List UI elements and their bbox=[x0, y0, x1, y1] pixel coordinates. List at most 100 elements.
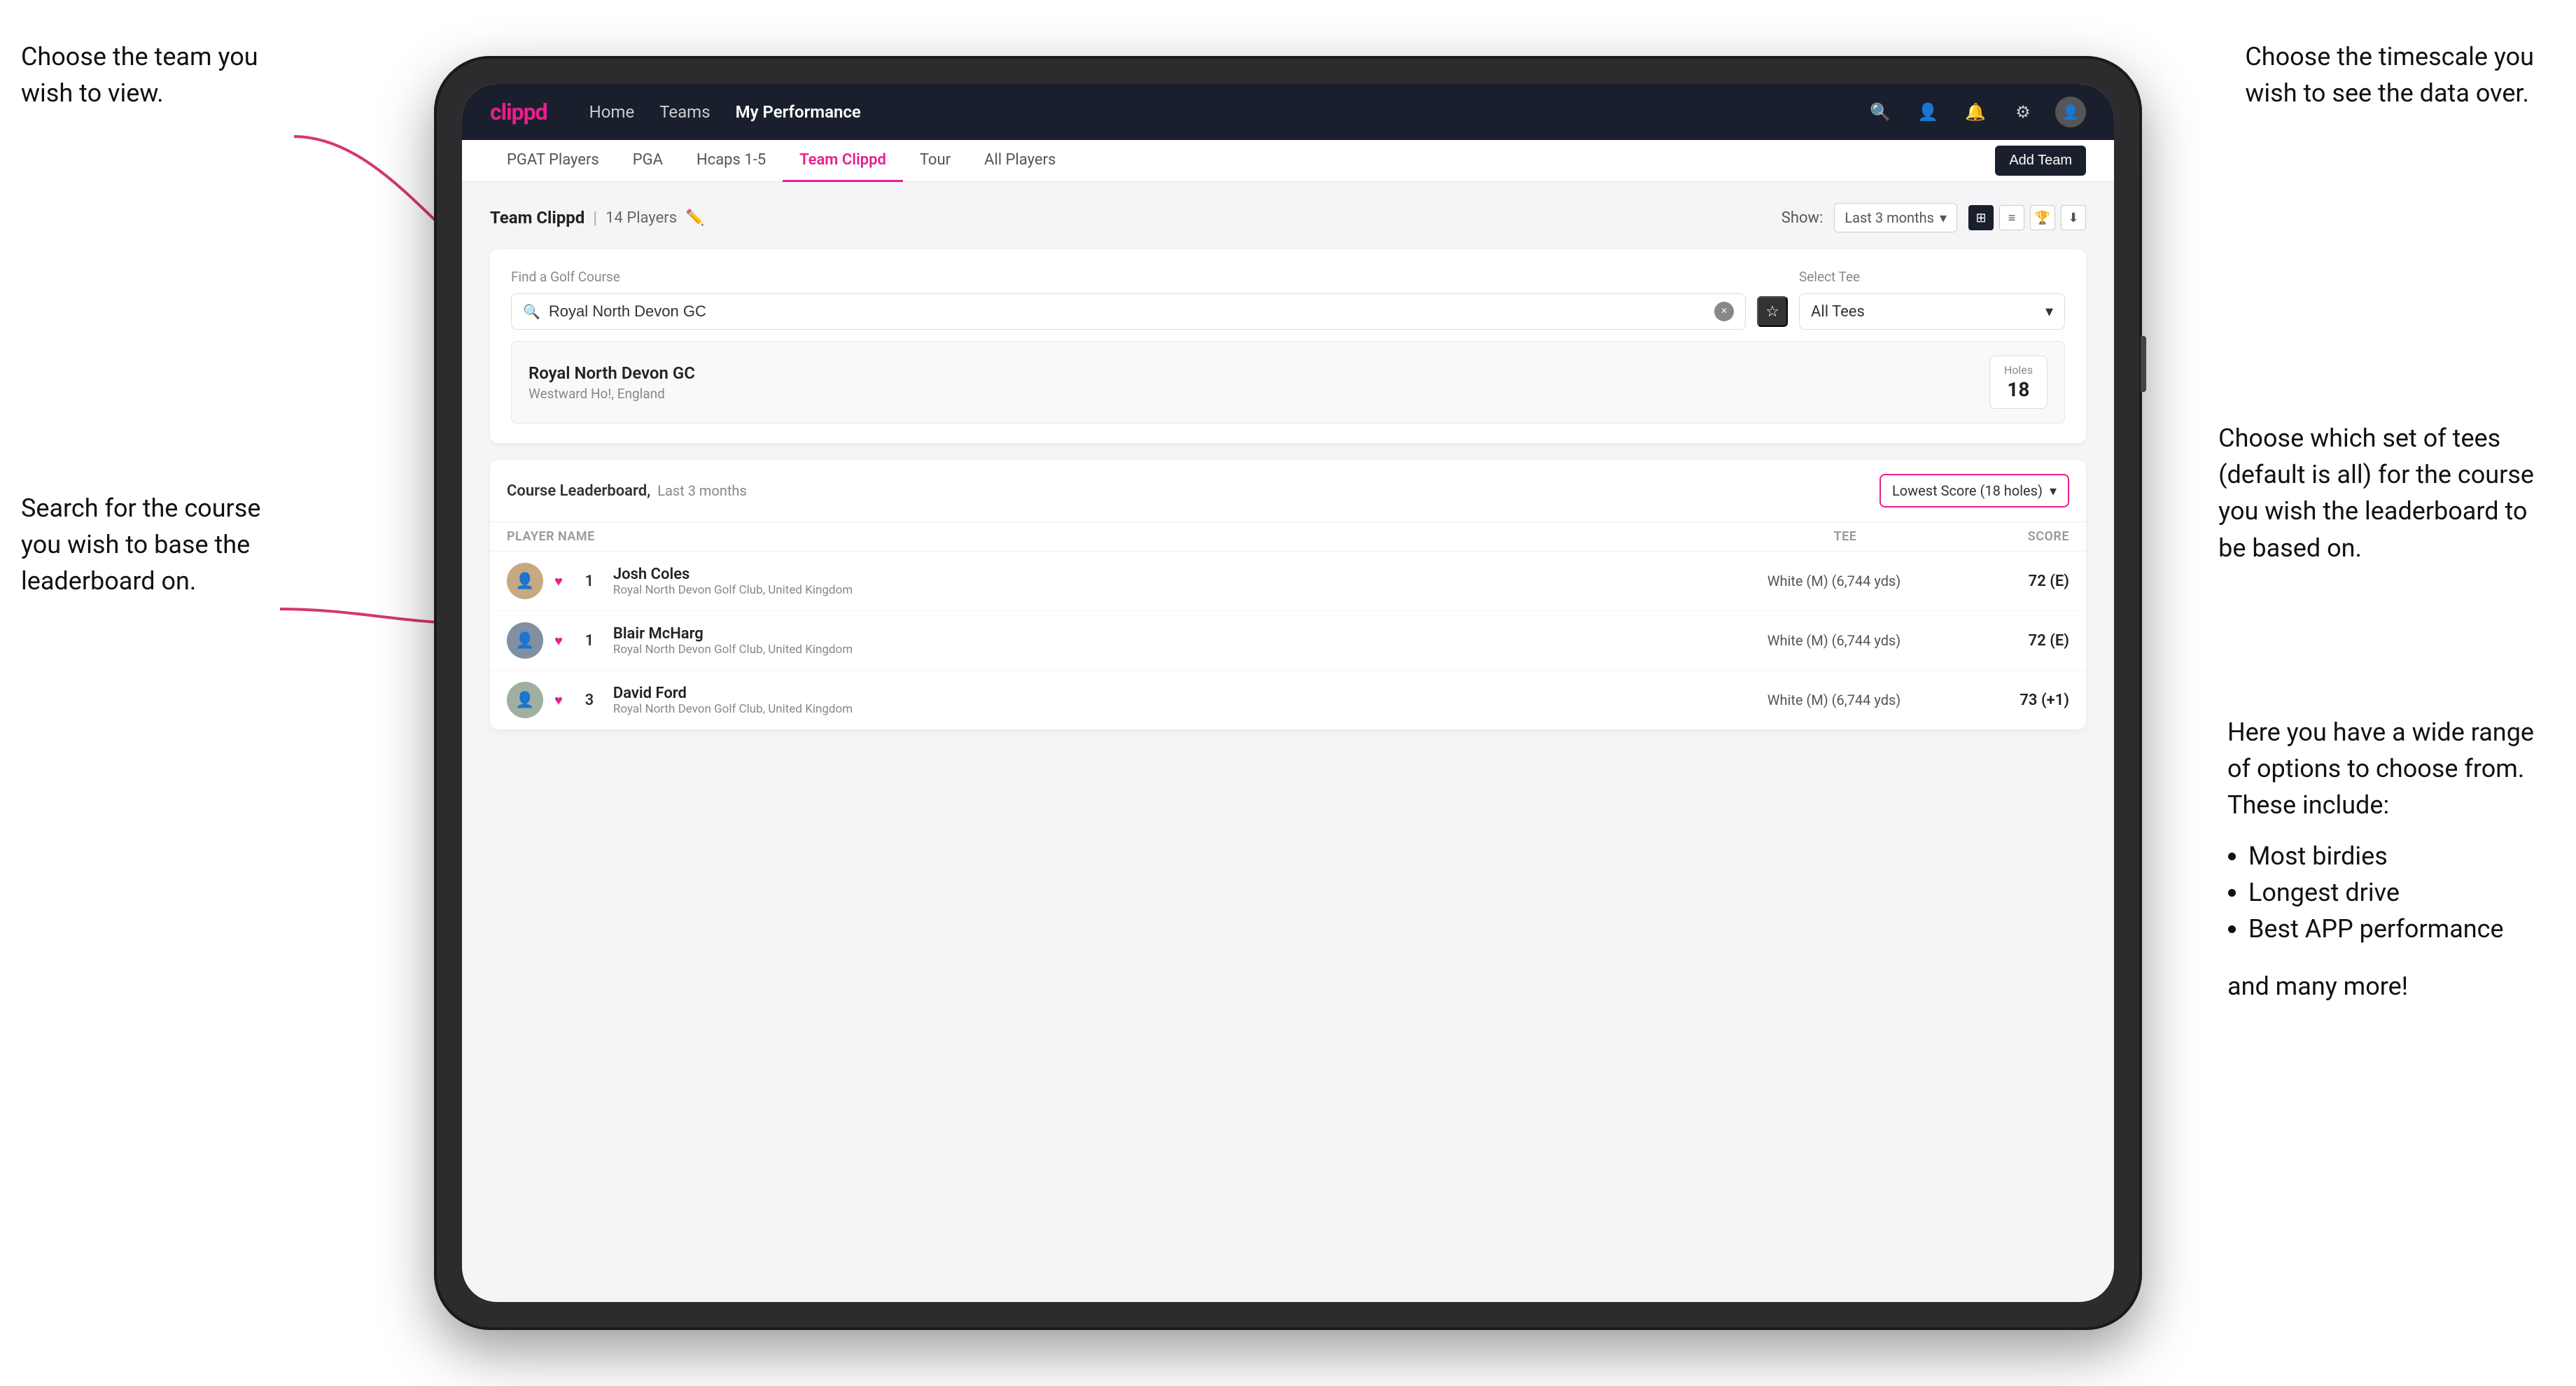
users-button[interactable]: 👤 bbox=[1912, 97, 1943, 127]
search-icon: 🔍 bbox=[523, 303, 540, 320]
table-row: 👤 ♥ 1 Josh Coles Royal North Devon Golf … bbox=[490, 552, 2086, 611]
score-dropdown-chevron-icon: ▾ bbox=[2050, 482, 2057, 499]
leaderboard-section: Course Leaderboard, Last 3 months Lowest… bbox=[490, 460, 2086, 729]
tab-tour[interactable]: Tour bbox=[903, 140, 967, 182]
view-icons: ⊞ ≡ 🏆 ⬇ bbox=[1968, 205, 2086, 230]
player-name-1: Josh Coles bbox=[613, 566, 1711, 583]
tab-bar: PGAT Players PGA Hcaps 1-5 Team Clippd T… bbox=[462, 140, 2114, 182]
edit-team-icon[interactable]: ✏️ bbox=[685, 209, 704, 227]
player-club-2: Royal North Devon Golf Club, United King… bbox=[613, 643, 1711, 657]
team-name: Team Clippd bbox=[490, 208, 584, 227]
player-avatar-3: 👤 bbox=[507, 682, 543, 718]
heart-icon-2: ♥ bbox=[554, 632, 563, 650]
leaderboard-header: Course Leaderboard, Last 3 months Lowest… bbox=[490, 460, 2086, 522]
player-info-2: Blair McHarg Royal North Devon Golf Club… bbox=[613, 625, 1711, 657]
navigation-bar: clippd Home Teams My Performance 🔍 👤 🔔 ⚙… bbox=[462, 84, 2114, 140]
player-rank-1: 1 bbox=[577, 573, 602, 590]
user-avatar[interactable]: 👤 bbox=[2055, 97, 2086, 127]
player-score-3: 73 (+1) bbox=[1957, 692, 2069, 709]
holes-value: 18 bbox=[2004, 378, 2033, 401]
player-club-3: Royal North Devon Golf Club, United King… bbox=[613, 702, 1711, 716]
player-rank-2: 1 bbox=[577, 632, 602, 650]
leaderboard-period: Last 3 months bbox=[657, 482, 747, 499]
holes-label: Holes bbox=[2004, 363, 2033, 377]
player-info-3: David Ford Royal North Devon Golf Club, … bbox=[613, 685, 1711, 716]
col-score: SCORE bbox=[1957, 529, 2069, 544]
player-rank-3: 3 bbox=[577, 692, 602, 709]
and-more-text: and many more! bbox=[2227, 968, 2534, 1004]
add-team-button[interactable]: Add Team bbox=[1995, 146, 2086, 176]
leaderboard-title: Course Leaderboard, bbox=[507, 482, 650, 500]
tab-hcaps[interactable]: Hcaps 1-5 bbox=[680, 140, 783, 182]
score-type-value: Lowest Score (18 holes) bbox=[1892, 482, 2043, 499]
settings-button[interactable]: ⚙ bbox=[2008, 97, 2038, 127]
annotation-bottom-right: Here you have a wide range of options to… bbox=[2227, 714, 2534, 1004]
dropdown-chevron-icon: ▾ bbox=[1940, 209, 1947, 226]
player-club-1: Royal North Devon Golf Club, United King… bbox=[613, 583, 1711, 597]
table-row: 👤 ♥ 3 David Ford Royal North Devon Golf … bbox=[490, 671, 2086, 729]
team-pipe: | bbox=[593, 208, 597, 227]
select-tee-label: Select Tee bbox=[1799, 269, 2065, 285]
score-type-dropdown[interactable]: Lowest Score (18 holes) ▾ bbox=[1879, 474, 2069, 507]
tablet-screen: clippd Home Teams My Performance 🔍 👤 🔔 ⚙… bbox=[462, 84, 2114, 1302]
heart-icon-3: ♥ bbox=[554, 692, 563, 709]
favorite-button[interactable]: ☆ bbox=[1757, 296, 1788, 327]
tee-value: All Tees bbox=[1811, 303, 1865, 321]
nav-home[interactable]: Home bbox=[589, 102, 635, 122]
tab-bar-left: PGAT Players PGA Hcaps 1-5 Team Clippd T… bbox=[490, 140, 1072, 182]
trophy-view-button[interactable]: 🏆 bbox=[2030, 205, 2055, 230]
grid-view-button[interactable]: ⊞ bbox=[1968, 205, 1994, 230]
tablet-device: clippd Home Teams My Performance 🔍 👤 🔔 ⚙… bbox=[434, 56, 2142, 1330]
bullet-1: Most birdies bbox=[2248, 838, 2534, 874]
course-location: Westward Ho!, England bbox=[528, 386, 695, 402]
player-info-1: Josh Coles Royal North Devon Golf Club, … bbox=[613, 566, 1711, 597]
annotation-top-right: Choose the timescale you wish to see the… bbox=[2245, 38, 2534, 111]
player-name-2: Blair McHarg bbox=[613, 625, 1711, 643]
team-player-count: 14 Players bbox=[606, 209, 677, 227]
nav-icons: 🔍 👤 🔔 ⚙ 👤 bbox=[1865, 97, 2086, 127]
player-name-3: David Ford bbox=[613, 685, 1711, 702]
tab-pga[interactable]: PGA bbox=[616, 140, 680, 182]
nav-links: Home Teams My Performance bbox=[589, 102, 861, 122]
course-name: Royal North Devon GC bbox=[528, 363, 695, 383]
tee-chevron-icon: ▾ bbox=[2045, 303, 2053, 321]
course-search-input[interactable] bbox=[549, 302, 1706, 321]
power-button bbox=[2141, 336, 2146, 392]
main-content: Team Clippd | 14 Players ✏️ Show: Last 3… bbox=[462, 182, 2114, 750]
search-card: Find a Golf Course Select Tee 🔍 × ☆ All … bbox=[490, 249, 2086, 443]
tab-pgat-players[interactable]: PGAT Players bbox=[490, 140, 616, 182]
bullet-3: Best APP performance bbox=[2248, 911, 2534, 947]
find-course-label: Find a Golf Course bbox=[511, 269, 620, 285]
tab-team-clippd[interactable]: Team Clippd bbox=[783, 140, 903, 182]
show-label: Show: bbox=[1782, 209, 1823, 227]
search-input-wrap: 🔍 × bbox=[511, 293, 1746, 330]
nav-teams[interactable]: Teams bbox=[659, 102, 710, 122]
leaderboard-title-area: Course Leaderboard, Last 3 months bbox=[507, 482, 747, 500]
download-button[interactable]: ⬇ bbox=[2061, 205, 2086, 230]
player-tee-2: White (M) (6,744 yds) bbox=[1722, 632, 1946, 649]
table-row: 👤 ♥ 1 Blair McHarg Royal North Devon Gol… bbox=[490, 611, 2086, 671]
search-labels: Find a Golf Course Select Tee bbox=[511, 269, 2065, 285]
show-row: Show: Last 3 months ▾ ⊞ ≡ 🏆 ⬇ bbox=[1782, 203, 2086, 232]
list-view-button[interactable]: ≡ bbox=[1999, 205, 2024, 230]
period-value: Last 3 months bbox=[1844, 209, 1934, 226]
clear-search-button[interactable]: × bbox=[1714, 302, 1734, 321]
annotation-mid-left: Search for the course you wish to base t… bbox=[21, 490, 260, 600]
app-logo: clippd bbox=[490, 99, 547, 125]
tee-select[interactable]: All Tees ▾ bbox=[1799, 293, 2065, 330]
holes-box: Holes 18 bbox=[1989, 356, 2047, 409]
col-player-name: PLAYER NAME bbox=[507, 529, 1733, 544]
search-button[interactable]: 🔍 bbox=[1865, 97, 1896, 127]
player-tee-1: White (M) (6,744 yds) bbox=[1722, 573, 1946, 589]
leaderboard-columns: PLAYER NAME TEE SCORE bbox=[490, 522, 2086, 552]
player-score-1: 72 (E) bbox=[1957, 573, 2069, 590]
col-tee: TEE bbox=[1733, 529, 1957, 544]
tab-all-players[interactable]: All Players bbox=[967, 140, 1072, 182]
team-header: Team Clippd | 14 Players ✏️ Show: Last 3… bbox=[490, 203, 2086, 232]
notifications-button[interactable]: 🔔 bbox=[1960, 97, 1991, 127]
annotation-top-left: Choose the team you wish to view. bbox=[21, 38, 258, 111]
period-dropdown[interactable]: Last 3 months ▾ bbox=[1834, 203, 1957, 232]
nav-my-performance[interactable]: My Performance bbox=[736, 102, 861, 122]
player-tee-3: White (M) (6,744 yds) bbox=[1722, 692, 1946, 708]
team-title-area: Team Clippd | 14 Players ✏️ bbox=[490, 208, 705, 227]
